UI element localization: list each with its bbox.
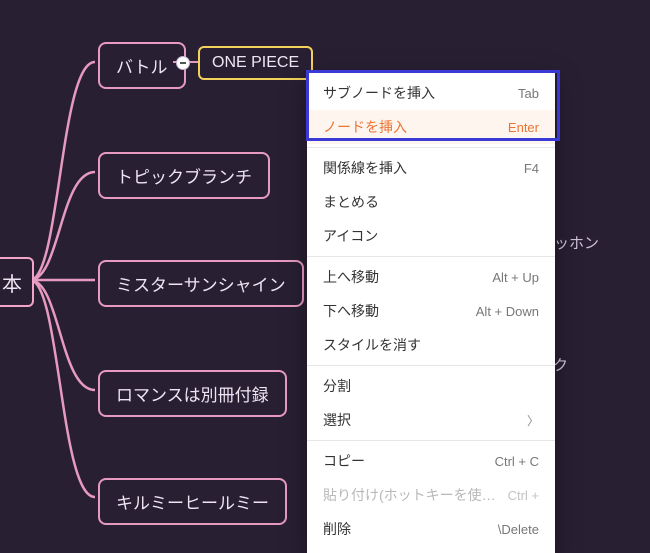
menu-label: 上へ移動 [323, 267, 379, 287]
menu-insert-node[interactable]: ノードを挿入 Enter [307, 110, 555, 144]
menu-insert-relation[interactable]: 関係線を挿入 F4 [307, 151, 555, 185]
menu-label: スタイルを消す [323, 335, 421, 355]
menu-separator [307, 365, 555, 366]
menu-label: 下へ移動 [323, 301, 379, 321]
hidden-leaf-2[interactable]: ク [553, 354, 568, 375]
menu-label: 選択 [323, 410, 351, 430]
menu-separator [307, 147, 555, 148]
menu-paste: 貼り付け(ホットキーを使… Ctrl + [307, 478, 555, 512]
node-romance[interactable]: ロマンスは別冊付録 [98, 370, 287, 417]
shortcut: Ctrl + C [495, 454, 539, 469]
menu-label: まとめる [323, 192, 379, 212]
menu-label: サブノードを挿入 [323, 83, 435, 103]
menu-move-up[interactable]: 上へ移動 Alt + Up [307, 260, 555, 294]
menu-summarize[interactable]: まとめる [307, 185, 555, 219]
menu-split[interactable]: 分割 [307, 369, 555, 403]
menu-label: 削除 [323, 519, 351, 539]
root-label: 本 [2, 268, 22, 297]
collapse-toggle[interactable] [176, 56, 190, 70]
context-menu: サブノードを挿入 Tab ノードを挿入 Enter 関係線を挿入 F4 まとめる… [307, 70, 555, 553]
node-label: ロマンスは別冊付録 [116, 386, 269, 405]
menu-separator [307, 256, 555, 257]
selected-leaf-one-piece[interactable]: ONE PIECE [198, 46, 313, 80]
node-label: キルミーヒールミー [116, 494, 269, 513]
menu-label: コピー [323, 451, 365, 471]
menu-label: 関係線を挿入 [323, 158, 407, 178]
node-mr-sunshine[interactable]: ミスターサンシャイン [98, 260, 304, 307]
chevron-right-icon: 〉 [517, 412, 539, 429]
node-kill-me-heal-me[interactable]: キルミーヒールミー [98, 478, 287, 525]
shortcut: \Delete [498, 522, 539, 537]
menu-select[interactable]: 選択 〉 [307, 403, 555, 437]
leaf-label: ONE PIECE [212, 54, 299, 71]
shortcut: Tab [518, 86, 539, 101]
shortcut: Alt + Up [492, 270, 539, 285]
menu-copy[interactable]: コピー Ctrl + C [307, 444, 555, 478]
shortcut: F4 [524, 161, 539, 176]
mindmap-canvas[interactable]: 本 バトル ONE PIECE トピックブランチ ミスターサンシャイン ロマンス… [0, 0, 650, 553]
shortcut: Ctrl + [508, 488, 539, 503]
node-label: トピックブランチ [116, 168, 252, 187]
menu-delete[interactable]: 削除 \Delete [307, 512, 555, 546]
shortcut: Alt + Down [476, 304, 539, 319]
menu-move-down[interactable]: 下へ移動 Alt + Down [307, 294, 555, 328]
menu-separator [307, 440, 555, 441]
node-label: バトル [116, 58, 168, 77]
hidden-leaf-1[interactable]: ッホン [554, 232, 599, 253]
menu-clear-style[interactable]: スタイルを消す [307, 328, 555, 362]
menu-icon[interactable]: アイコン [307, 219, 555, 253]
shortcut: Enter [508, 120, 539, 135]
root-node[interactable]: 本 [0, 257, 34, 307]
menu-insert-subnode[interactable]: サブノードを挿入 Tab [307, 76, 555, 110]
node-topic-branch[interactable]: トピックブランチ [98, 152, 270, 199]
node-label: ミスターサンシャイン [116, 276, 286, 295]
node-battle[interactable]: バトル [98, 42, 186, 89]
menu-label: ノードを挿入 [323, 117, 407, 137]
menu-label: 分割 [323, 376, 351, 396]
menu-label: アイコン [323, 226, 378, 246]
menu-label: 貼り付け(ホットキーを使… [323, 485, 496, 505]
